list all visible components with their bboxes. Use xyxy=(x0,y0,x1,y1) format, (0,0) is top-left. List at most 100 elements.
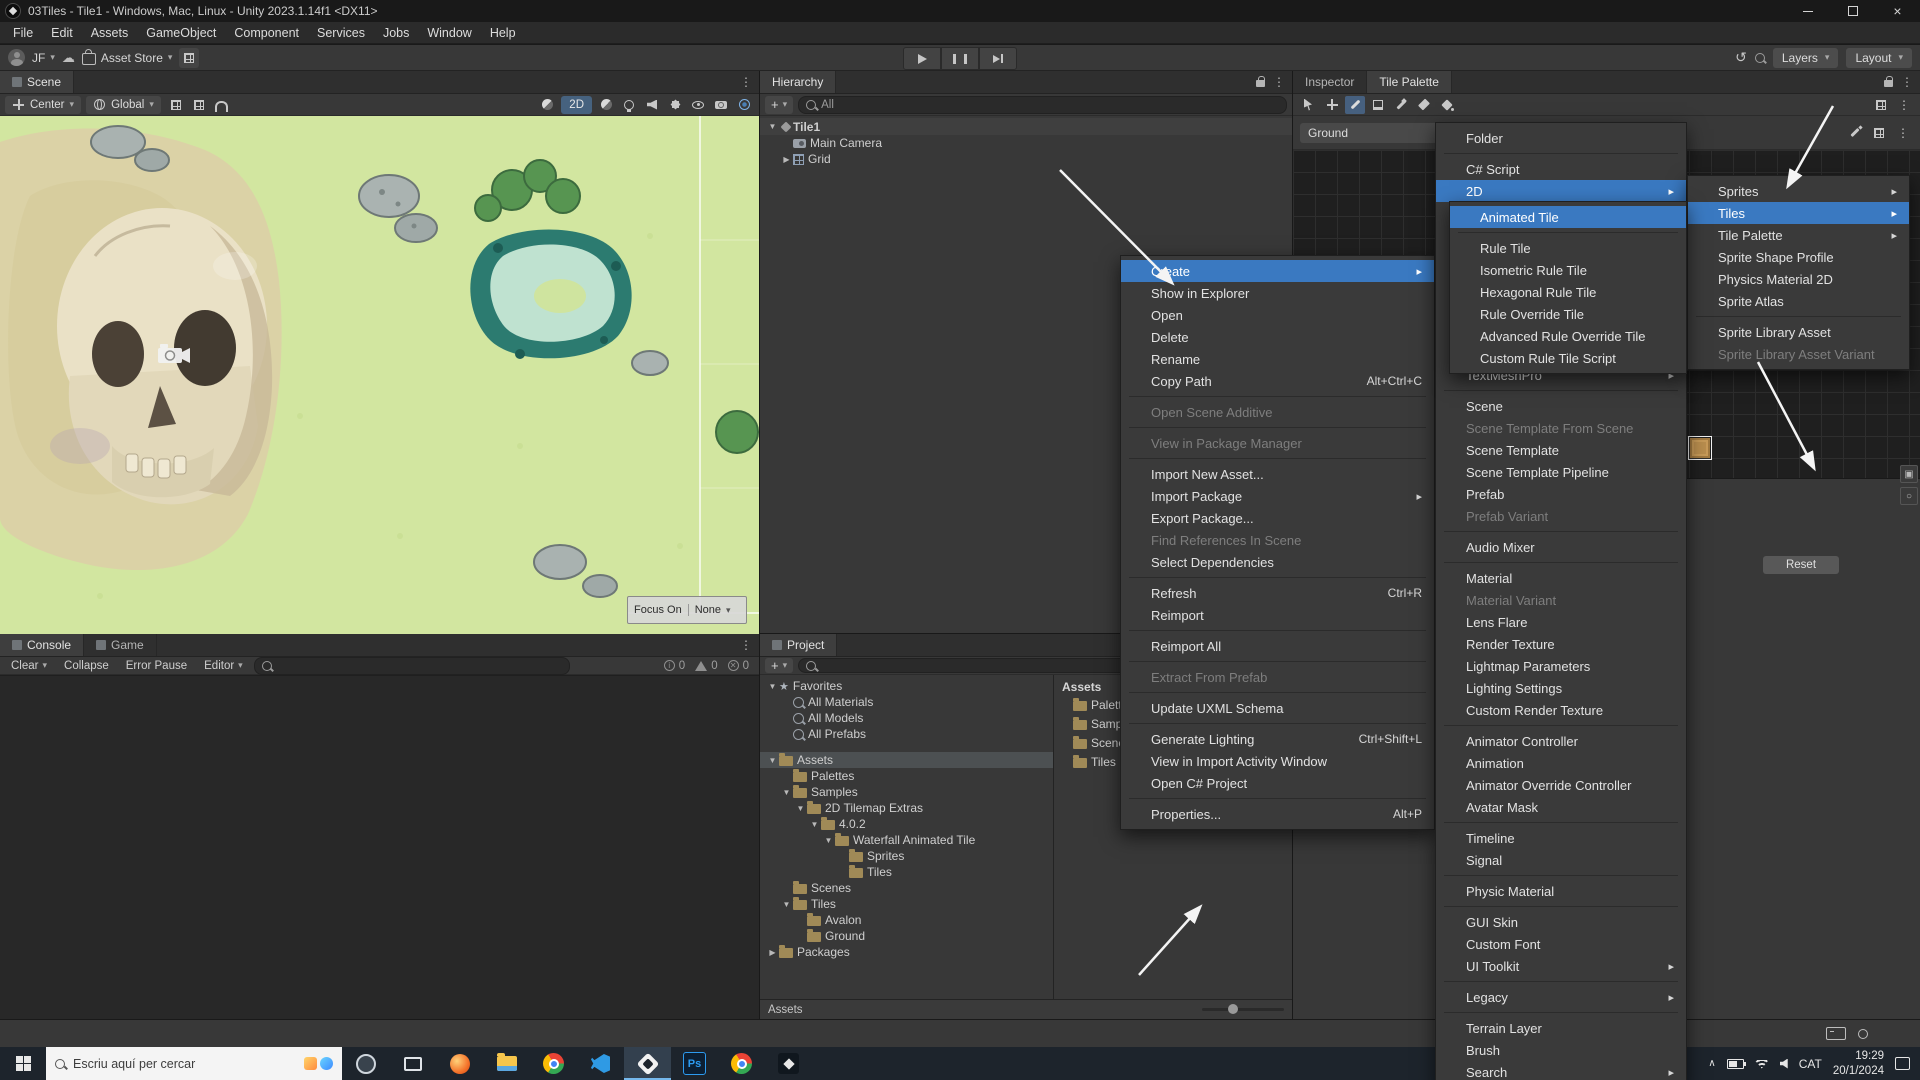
close-button[interactable]: × xyxy=(1875,0,1920,22)
menu-item-custom-render-texture[interactable]: Custom Render Texture xyxy=(1436,699,1686,721)
taskbar-search-input[interactable]: Escriu aquí per cercar xyxy=(46,1047,342,1080)
menu-item-material[interactable]: Material xyxy=(1436,567,1686,589)
menu-item-show-in-explorer[interactable]: Show in Explorer xyxy=(1121,282,1434,304)
menu-item-scene-template-pipeline[interactable]: Scene Template Pipeline xyxy=(1436,461,1686,483)
expander-icon[interactable]: ▼ xyxy=(808,820,821,829)
console-clear-button[interactable]: Clear▾ xyxy=(5,658,53,674)
menubar-item-edit[interactable]: Edit xyxy=(42,22,82,43)
play-button[interactable] xyxy=(903,47,941,70)
menu-item-lighting-settings[interactable]: Lighting Settings xyxy=(1436,677,1686,699)
explorer-taskbar-button[interactable] xyxy=(483,1047,530,1080)
menu-item-scene-template[interactable]: Scene Template xyxy=(1436,439,1686,461)
hierarchy-search-input[interactable]: All xyxy=(798,96,1287,114)
tp-erase-icon[interactable] xyxy=(1414,96,1434,114)
menu-item-animator-override-controller[interactable]: Animator Override Controller xyxy=(1436,774,1686,796)
expander-icon[interactable]: ▼ xyxy=(780,900,793,909)
layers-dropdown[interactable]: Layers▾ xyxy=(1773,48,1839,68)
menu-item-sprites[interactable]: Sprites▸ xyxy=(1688,180,1909,202)
cells-icon[interactable] xyxy=(1869,124,1889,142)
menu-item-select-dependencies[interactable]: Select Dependencies xyxy=(1121,551,1434,573)
menu-item-import-new-asset[interactable]: Import New Asset... xyxy=(1121,463,1434,485)
tab-console[interactable]: Console xyxy=(0,634,84,656)
menu-item-open[interactable]: Open xyxy=(1121,304,1434,326)
account-dropdown[interactable]: JF▾ xyxy=(32,51,55,65)
tp-settings-icon[interactable] xyxy=(1894,96,1914,114)
hierarchy-create-button[interactable]: +▾ xyxy=(765,96,793,114)
menu-item-animation[interactable]: Animation xyxy=(1436,752,1686,774)
minimize-button[interactable] xyxy=(1785,0,1830,22)
menu-item-delete[interactable]: Delete xyxy=(1121,326,1434,348)
restore-button[interactable] xyxy=(1830,0,1875,22)
menu-item-reimport-all[interactable]: Reimport All xyxy=(1121,635,1434,657)
layout-dropdown[interactable]: Layout▾ xyxy=(1846,48,1912,68)
wifi-icon[interactable] xyxy=(1755,1059,1769,1069)
tree-item-favorites[interactable]: ▼Favorites xyxy=(760,678,1053,694)
scene-viewport[interactable]: Focus On None▾ xyxy=(0,116,759,634)
menu-item-c-script[interactable]: C# Script xyxy=(1436,158,1686,180)
activity-status-icon[interactable] xyxy=(1858,1029,1868,1039)
panel-menu-icon[interactable]: ⋮ xyxy=(1901,75,1913,89)
menu-item-import-package[interactable]: Import Package▸ xyxy=(1121,485,1434,507)
menu-item-refresh[interactable]: RefreshCtrl+R xyxy=(1121,582,1434,604)
asset-store-button[interactable]: Asset Store▾ xyxy=(82,50,173,65)
panel-menu-icon[interactable]: ⋮ xyxy=(1273,75,1285,89)
tab-tile-palette[interactable]: Tile Palette xyxy=(1367,71,1452,93)
menu-item-timeline[interactable]: Timeline xyxy=(1436,827,1686,849)
expander-icon[interactable]: ▶ xyxy=(780,155,793,164)
info-count[interactable]: i0 xyxy=(659,660,690,672)
menu-item-render-texture[interactable]: Render Texture xyxy=(1436,633,1686,655)
slider-knob[interactable] xyxy=(1228,1004,1238,1014)
orientation-dropdown[interactable]: Global▾ xyxy=(86,96,161,114)
reset-button[interactable]: Reset xyxy=(1763,556,1839,574)
tree-item-2d-tilemap-extras[interactable]: ▼2D Tilemap Extras xyxy=(760,800,1053,816)
menu-item-tiles[interactable]: Tiles▸ xyxy=(1688,202,1909,224)
tab-scene[interactable]: Scene xyxy=(0,71,74,93)
tree-item-scenes[interactable]: Scenes xyxy=(760,880,1053,896)
menu-item-avatar-mask[interactable]: Avatar Mask xyxy=(1436,796,1686,818)
menu-item-hexagonal-rule-tile[interactable]: Hexagonal Rule Tile xyxy=(1450,281,1686,303)
menu-item-sprite-library-asset[interactable]: Sprite Library Asset xyxy=(1688,321,1909,343)
menu-item-rule-override-tile[interactable]: Rule Override Tile xyxy=(1450,303,1686,325)
menu-item-generate-lighting[interactable]: Generate LightingCtrl+Shift+L xyxy=(1121,728,1434,750)
clock[interactable]: 19:29 20/1/2024 xyxy=(1833,1049,1884,1078)
menu-item-export-package[interactable]: Export Package... xyxy=(1121,507,1434,529)
grid-icon[interactable] xyxy=(166,96,186,114)
shading-mode-dropdown[interactable] xyxy=(537,96,557,114)
tool-handle-dropdown[interactable]: Center▾ xyxy=(5,96,81,114)
tp-fill-icon[interactable] xyxy=(1437,96,1457,114)
panel-menu-icon[interactable]: ⋮ xyxy=(740,75,752,89)
tree-item-tile1[interactable]: ▼Tile1 xyxy=(760,118,1292,135)
start-button[interactable] xyxy=(0,1047,46,1080)
unityhub-taskbar-button[interactable] xyxy=(765,1047,812,1080)
menu-item-physic-material[interactable]: Physic Material xyxy=(1436,880,1686,902)
palette-dropdown[interactable]: Ground▾ xyxy=(1300,123,1450,143)
camera-icon[interactable] xyxy=(711,96,731,114)
menu-item-copy-path[interactable]: Copy PathAlt+Ctrl+C xyxy=(1121,370,1434,392)
menu-item-sprite-atlas[interactable]: Sprite Atlas xyxy=(1688,290,1909,312)
tree-item-packages[interactable]: ▶Packages xyxy=(760,944,1053,960)
menubar-item-services[interactable]: Services xyxy=(308,22,374,43)
services-button[interactable] xyxy=(179,48,199,68)
search-icon[interactable] xyxy=(1755,53,1765,63)
audio-icon[interactable] xyxy=(642,96,662,114)
tp-pick-icon[interactable] xyxy=(1391,96,1411,114)
taskview-taskbar-button[interactable] xyxy=(389,1047,436,1080)
tp-select-icon[interactable] xyxy=(1299,96,1319,114)
menu-item-gui-skin[interactable]: GUI Skin xyxy=(1436,911,1686,933)
menu-item-tile-palette[interactable]: Tile Palette▸ xyxy=(1688,224,1909,246)
shading-icon[interactable] xyxy=(596,96,616,114)
menu-item-reimport[interactable]: Reimport xyxy=(1121,604,1434,626)
menu-item-ui-toolkit[interactable]: UI Toolkit▸ xyxy=(1436,955,1686,977)
console-search-input[interactable] xyxy=(254,657,570,675)
menu-item-view-in-import-activity-window[interactable]: View in Import Activity Window xyxy=(1121,750,1434,772)
tree-item-samples[interactable]: ▼Samples xyxy=(760,784,1053,800)
tree-item-sprites[interactable]: Sprites xyxy=(760,848,1053,864)
expander-icon[interactable]: ▼ xyxy=(822,836,835,845)
expander-icon[interactable]: ▼ xyxy=(766,756,779,765)
menu-item-animated-tile[interactable]: Animated Tile xyxy=(1450,206,1686,228)
orange-taskbar-button[interactable] xyxy=(436,1047,483,1080)
menu-item-lightmap-parameters[interactable]: Lightmap Parameters xyxy=(1436,655,1686,677)
menu-item-rename[interactable]: Rename xyxy=(1121,348,1434,370)
menubar-item-jobs[interactable]: Jobs xyxy=(374,22,418,43)
notification-center-icon[interactable] xyxy=(1895,1057,1910,1070)
